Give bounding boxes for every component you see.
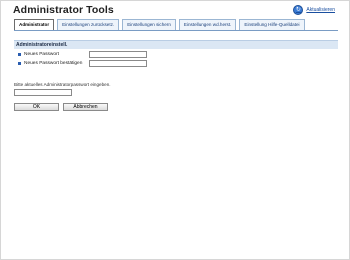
admin-password-prompt: Bitte aktuelles Administratorpasswort ei… (14, 82, 111, 87)
admin-password-field[interactable] (14, 89, 72, 96)
confirm-password-label: Neues Passwort bestätigen (24, 61, 83, 66)
page-title: Administrator Tools (13, 4, 114, 16)
new-password-field[interactable] (89, 51, 147, 58)
cancel-button[interactable]: Abbrechen (63, 103, 108, 111)
tab-divider (14, 30, 338, 31)
bullet-icon (18, 62, 21, 65)
confirm-password-field[interactable] (89, 60, 147, 67)
new-password-row: Neues Passwort (18, 51, 147, 58)
confirm-password-row: Neues Passwort bestätigen (18, 60, 147, 67)
ok-button[interactable]: OK (14, 103, 59, 111)
bullet-icon (18, 53, 21, 56)
new-password-label: Neues Passwort (24, 52, 59, 57)
section-header: Administratoreinstell. (14, 40, 338, 49)
tab-bar: Administrator Einstellungen zurücksetz. … (14, 19, 338, 31)
refresh-link[interactable]: ↻ Aktualisieren (293, 5, 335, 15)
window (0, 0, 350, 260)
refresh-label: Aktualisieren (306, 7, 335, 13)
refresh-icon: ↻ (293, 5, 304, 15)
